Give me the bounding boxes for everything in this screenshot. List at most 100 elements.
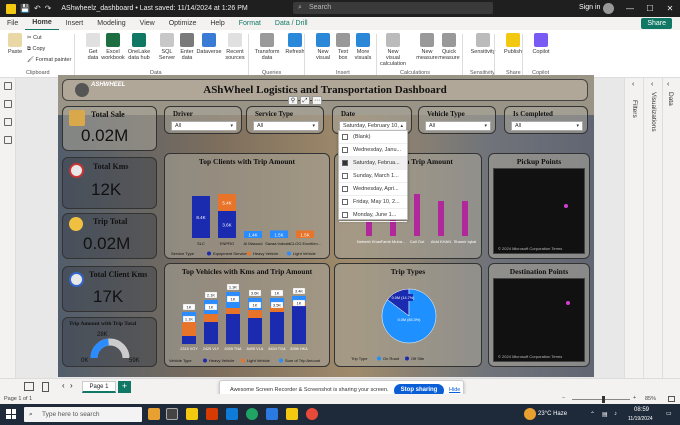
date-option[interactable]: Sunday, March 1... <box>339 170 407 183</box>
date-option[interactable]: Wednesday, Janu... <box>339 144 407 157</box>
kpi-trip-total[interactable]: Trip Total 0.02M <box>62 213 157 259</box>
pickup-points-card[interactable]: Pickup Points © 2024 Microsoft Corporati… <box>488 153 590 259</box>
map-marker[interactable] <box>564 204 568 208</box>
menu-tab-help[interactable]: Help <box>203 17 231 30</box>
top-clients-chart-card[interactable]: Top Clients with Trip Amount 8.4K SLC 3.6K… <box>164 153 330 259</box>
copy-button[interactable]: ⧉ Copy <box>27 46 45 53</box>
bar[interactable] <box>438 201 444 236</box>
legend-item[interactable]: Equipment Service <box>213 251 247 256</box>
bar-segment[interactable] <box>182 336 196 344</box>
bar-segment[interactable] <box>248 318 262 344</box>
menu-tab-data-drill[interactable]: Data / Drill <box>268 17 315 30</box>
format-painter-button[interactable]: 🖌 Format painter <box>27 57 71 63</box>
destination-points-card[interactable]: Destination Points © 2024 Microsoft Corp… <box>488 263 590 367</box>
redo-icon[interactable]: ↷ <box>45 4 52 13</box>
page-prev-icon[interactable]: ‹ <box>62 381 65 390</box>
collapse-chevron-icon[interactable]: ‹ <box>632 81 634 88</box>
checkbox[interactable] <box>342 186 348 192</box>
table-view-icon[interactable] <box>3 100 12 108</box>
chrome-icon[interactable] <box>246 408 258 420</box>
filter-icon[interactable]: ⚲ <box>288 96 298 105</box>
task-view-icon[interactable] <box>166 408 178 420</box>
menu-tab-optimize[interactable]: Optimize <box>162 17 204 30</box>
windows-start-icon[interactable] <box>6 409 16 419</box>
hide-link[interactable]: Hide <box>449 387 460 393</box>
driver-slicer[interactable]: Driver All ▾ <box>164 106 242 134</box>
fit-to-page-icon[interactable] <box>668 396 675 402</box>
menu-tab-view[interactable]: View <box>133 17 162 30</box>
focus-mode-icon[interactable]: ⤢ <box>300 96 310 105</box>
bar[interactable] <box>414 194 420 236</box>
destination-map[interactable]: © 2024 Microsoft Corporation Terms <box>493 278 585 362</box>
bar-segment[interactable] <box>182 322 196 336</box>
edge-icon[interactable] <box>226 408 238 420</box>
vehicle-type-slicer[interactable]: Vehicle Type All ▾ <box>418 106 496 134</box>
notifications-icon[interactable]: ▭ <box>666 410 672 417</box>
checkbox[interactable] <box>342 134 348 140</box>
checkbox[interactable] <box>342 199 348 205</box>
driver-dropdown[interactable]: All ▾ <box>171 121 237 131</box>
kpi-total-client-kms[interactable]: Total Client Kms 17K <box>62 266 157 312</box>
close-icon[interactable]: ✕ <box>660 0 680 17</box>
kpi-total-sale[interactable]: Total Sale 0.02M <box>62 106 157 151</box>
add-page-button[interactable]: + <box>118 381 131 393</box>
legend-item[interactable]: Light Vehicle <box>293 251 316 256</box>
legend-item[interactable]: Heavy Vehicle <box>209 358 235 363</box>
copilot-button[interactable]: Copilot <box>528 33 554 55</box>
quick-measure-button[interactable]: Quick measure <box>436 33 462 61</box>
report-page[interactable]: ASHWHEEL AShWheel Logistics and Transpor… <box>58 75 594 377</box>
dax-query-icon[interactable] <box>3 136 12 144</box>
menu-tab-format[interactable]: Format <box>232 17 268 30</box>
mobile-layout-icon[interactable] <box>42 382 49 392</box>
menu-tab-modeling[interactable]: Modeling <box>90 17 132 30</box>
checkbox[interactable] <box>342 173 348 179</box>
checkbox[interactable] <box>342 160 348 166</box>
excel-workbook-button[interactable]: Excel workbook <box>100 33 126 61</box>
menu-tab-insert[interactable]: Insert <box>59 17 91 30</box>
visualizations-pane-tab[interactable]: Visualizations <box>650 92 657 132</box>
bar[interactable] <box>462 201 468 236</box>
legend-item[interactable]: Heavy Vehicle <box>253 251 279 256</box>
chrome-icon[interactable] <box>306 408 318 420</box>
clock-time[interactable]: 08:59 <box>634 407 649 413</box>
menu-tab-home[interactable]: Home <box>25 16 59 31</box>
is-completed-slicer[interactable]: Is Completed All ▾ <box>504 106 588 134</box>
data-pane-tab[interactable]: Data <box>667 92 674 106</box>
bar-segment[interactable] <box>204 322 218 344</box>
volume-icon[interactable]: ♪ <box>614 411 617 417</box>
dataverse-button[interactable]: Dataverse <box>196 33 222 55</box>
store-icon[interactable] <box>266 408 278 420</box>
office-icon[interactable] <box>206 408 218 420</box>
document-title[interactable]: AShwheelz_dashboard • Last saved: 11/14/… <box>61 5 247 12</box>
model-view-icon[interactable] <box>3 118 12 126</box>
top-vehicles-chart-card[interactable]: Top Vehicles with Kms and Trip Amount 1K… <box>164 263 330 367</box>
minimize-icon[interactable]: — <box>620 0 640 17</box>
kpi-total-kms[interactable]: Total Kms 12K <box>62 157 157 209</box>
date-option[interactable]: Friday, May 10, 2... <box>339 196 407 209</box>
date-dropdown-list[interactable]: (Blank) Wednesday, Janu... Saturday, Febru… <box>338 130 408 222</box>
trip-types-chart-card[interactable]: Trip Types 0.0M (14.7%) 0.0M (85.3%) Trip … <box>334 263 482 367</box>
transform-data-button[interactable]: Transform data <box>254 33 280 61</box>
map-marker[interactable] <box>566 301 570 305</box>
save-icon[interactable]: 💾 <box>20 4 30 13</box>
avatar[interactable] <box>603 3 614 14</box>
pickup-map[interactable]: © 2024 Microsoft Corporation Terms <box>493 168 585 254</box>
checkbox[interactable] <box>342 212 348 218</box>
menu-tab-file[interactable]: File <box>0 17 25 30</box>
sensitivity-button[interactable]: Sensitivity <box>470 33 496 55</box>
more-visuals-button[interactable]: More visuals <box>350 33 376 61</box>
date-option[interactable]: Saturday, Februa... <box>339 157 407 170</box>
is-completed-dropdown[interactable]: All ▾ <box>511 121 583 131</box>
new-visual-calculation-button[interactable]: New visual calculation <box>380 33 406 67</box>
bar-segment[interactable] <box>226 308 240 314</box>
sign-in-link[interactable]: Sign in <box>579 4 600 11</box>
search-box[interactable]: ⌕ Search <box>293 2 493 14</box>
weather-text[interactable]: 23°C Haze <box>538 411 567 417</box>
collapse-chevron-icon[interactable]: ‹ <box>651 81 653 88</box>
pumpkin-icon[interactable] <box>148 408 160 420</box>
bar-segment[interactable] <box>226 314 240 344</box>
zoom-slider-handle[interactable] <box>602 396 605 403</box>
onelake-data-hub-button[interactable]: OneLake data hub <box>126 33 152 61</box>
legend-item[interactable]: Light Vehicle <box>247 358 270 363</box>
service-type-slicer[interactable]: Service Type All ▾ <box>246 106 324 134</box>
